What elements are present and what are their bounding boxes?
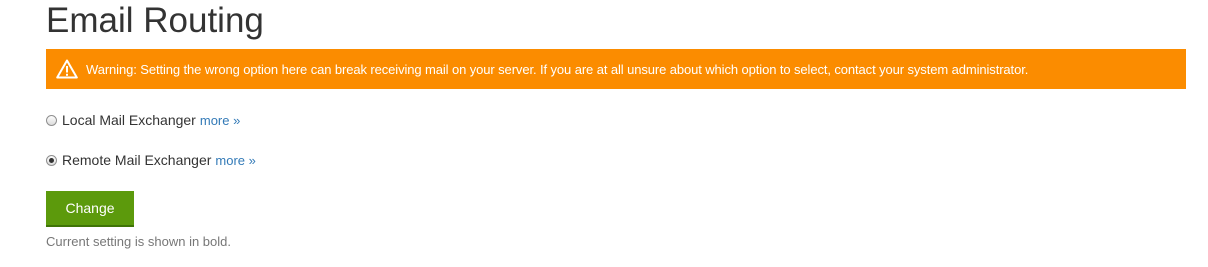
- page-title: Email Routing: [46, 1, 264, 40]
- local-mail-exchanger-label[interactable]: Local Mail Exchanger: [62, 112, 196, 128]
- remote-more-link[interactable]: more »: [215, 153, 255, 168]
- remote-mail-exchanger-radio[interactable]: [46, 154, 57, 166]
- option-local-mail-exchanger[interactable]: Local Mail Exchanger more »: [46, 112, 240, 128]
- local-mail-exchanger-radio[interactable]: [46, 114, 57, 126]
- warning-triangle-icon: [56, 59, 78, 79]
- email-routing-page: Email Routing Warning: Setting the wrong…: [0, 0, 1208, 267]
- warning-banner: Warning: Setting the wrong option here c…: [46, 49, 1186, 89]
- remote-mail-exchanger-label[interactable]: Remote Mail Exchanger: [62, 152, 211, 168]
- option-remote-mail-exchanger[interactable]: Remote Mail Exchanger more »: [46, 152, 256, 168]
- current-setting-hint: Current setting is shown in bold.: [46, 234, 231, 249]
- warning-text: Warning: Setting the wrong option here c…: [86, 61, 1029, 77]
- change-button[interactable]: Change: [46, 191, 134, 227]
- local-more-link[interactable]: more »: [200, 113, 240, 128]
